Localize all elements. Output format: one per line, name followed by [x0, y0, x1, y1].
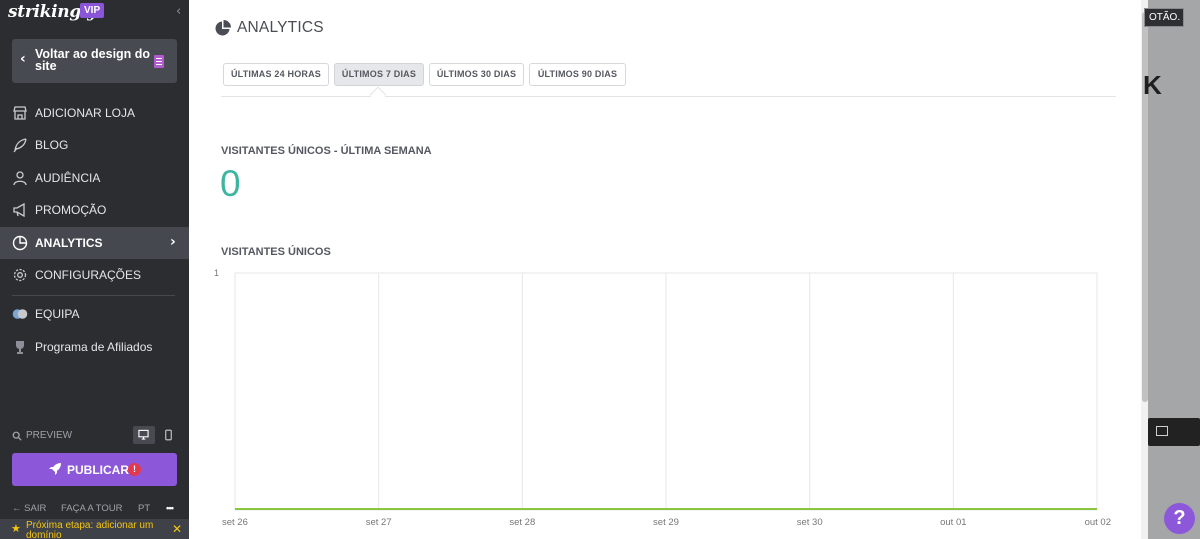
chevron-left-icon: ‹ — [20, 51, 26, 67]
active-tab-caret — [369, 86, 387, 104]
pie-chart-icon — [12, 235, 28, 251]
publish-button[interactable]: PUBLICAR ! — [12, 453, 177, 486]
site-button: OTÃO. — [1144, 8, 1184, 27]
users-icon — [13, 171, 27, 186]
x-tick-label: set 26 — [222, 517, 248, 528]
feather-icon — [13, 138, 27, 153]
tour-link[interactable]: FAÇA A TOUR — [61, 503, 122, 514]
preview-row: PREVIEW — [12, 426, 180, 444]
alert-icon: ! — [128, 463, 141, 476]
rocket-icon — [49, 463, 61, 475]
x-tick-label: set 30 — [797, 517, 823, 528]
page-icon — [154, 55, 164, 68]
trophy-icon — [16, 341, 24, 354]
help-button[interactable]: ? — [1164, 503, 1195, 534]
sidebar-divider — [12, 295, 175, 296]
desktop-icon — [138, 429, 149, 440]
x-tick-label: out 01 — [940, 517, 966, 528]
sidebar-item-promotion[interactable]: PROMOÇÃO — [0, 194, 189, 226]
sidebar-item-team[interactable]: EQUIPA — [0, 298, 189, 330]
mobile-preview-button[interactable] — [158, 426, 180, 444]
sidebar: strikingly VIP ‹ ‹ Voltar ao design do s… — [0, 0, 189, 539]
tab-last-7-days[interactable]: ÚLTIMOS 7 DIAS — [334, 63, 424, 86]
gear-icon — [13, 268, 27, 282]
sidebar-item-label: BLOG — [35, 138, 69, 152]
sidebar-footer: ← SAIR FAÇA A TOUR PT ••• — [12, 503, 177, 515]
sidebar-item-label: CONFIGURAÇÕES — [35, 268, 142, 282]
publish-label: PUBLICAR — [67, 463, 129, 477]
sidebar-item-store[interactable]: ADICIONAR LOJA — [0, 97, 189, 129]
sidebar-item-blog[interactable]: BLOG — [0, 129, 189, 161]
sidebar-item-label: PROMOÇÃO — [35, 203, 107, 217]
image-icon — [1156, 426, 1168, 436]
unique-visitors-week-value: 0 — [220, 163, 241, 204]
tab-last-30-days[interactable]: ÚLTIMOS 30 DIAS — [429, 63, 524, 86]
search-icon — [12, 431, 22, 441]
vip-badge: VIP — [80, 3, 105, 18]
x-tick-label: out 02 — [1085, 517, 1111, 528]
next-step-banner[interactable]: ★ Próxima etapa: adicionar um domínio ✕ — [0, 519, 189, 539]
more-icon[interactable]: ••• — [166, 503, 174, 514]
sidebar-item-label: ANALYTICS — [35, 236, 103, 250]
page-title: ANALYTICS — [237, 19, 324, 36]
preview-label[interactable]: PREVIEW — [26, 430, 72, 441]
sidebar-item-label: ADICIONAR LOJA — [35, 106, 136, 120]
sidebar-item-settings[interactable]: CONFIGURAÇÕES — [0, 259, 189, 291]
sidebar-item-label: AUDIÊNCIA — [35, 171, 101, 185]
language-selector[interactable]: PT — [138, 503, 150, 514]
team-icon — [12, 309, 28, 319]
tab-last-90-days[interactable]: ÚLTIMOS 90 DIAS — [529, 63, 626, 86]
sidebar-item-analytics[interactable]: ANALYTICS › — [0, 227, 189, 259]
sidebar-item-label: EQUIPA — [35, 307, 80, 321]
tab-last-24-hours[interactable]: ÚLTIMAS 24 HORAS — [223, 63, 329, 86]
x-tick-label: set 29 — [653, 517, 679, 528]
chart-title: VISITANTES ÚNICOS — [221, 246, 331, 258]
unique-visitors-chart: 1 set 26 set 27 set 28 set 29 set 30 out 01 out… — [214, 268, 1111, 528]
exit-link[interactable]: ← SAIR — [12, 503, 46, 514]
analytics-panel: ANALYTICS ÚLTIMAS 24 HORAS ÚLTIMOS 7 DIA… — [189, 0, 1148, 539]
sidebar-item-affiliates[interactable]: Programa de Afiliados — [0, 331, 189, 363]
site-text: K — [1143, 70, 1162, 100]
tabs-underline — [221, 96, 1116, 97]
x-tick-label: set 27 — [366, 517, 392, 528]
close-icon[interactable]: ✕ — [172, 522, 182, 536]
back-to-design-button[interactable]: ‹ Voltar ao design do site — [12, 39, 177, 83]
chevron-right-icon: › — [170, 234, 176, 250]
y-tick-label: 1 — [214, 268, 219, 278]
store-icon — [13, 106, 27, 120]
sidebar-item-label: Programa de Afiliados — [35, 340, 153, 354]
mobile-icon — [165, 429, 172, 441]
back-to-design-label: Voltar ao design do site — [35, 47, 151, 73]
megaphone-icon — [13, 202, 25, 218]
star-icon: ★ — [11, 522, 21, 535]
x-tick-label: set 28 — [509, 517, 535, 528]
site-image-toolbar — [1148, 418, 1200, 446]
sidebar-item-audience[interactable]: AUDIÊNCIA — [0, 162, 189, 194]
desktop-preview-button[interactable] — [133, 426, 155, 444]
unique-visitors-week-title: VISITANTES ÚNICOS - ÚLTIMA SEMANA — [221, 145, 432, 157]
next-step-text: Próxima etapa: adicionar um domínio — [26, 520, 154, 539]
pie-chart-icon — [215, 20, 231, 36]
collapse-sidebar-icon[interactable]: ‹ — [176, 4, 181, 19]
